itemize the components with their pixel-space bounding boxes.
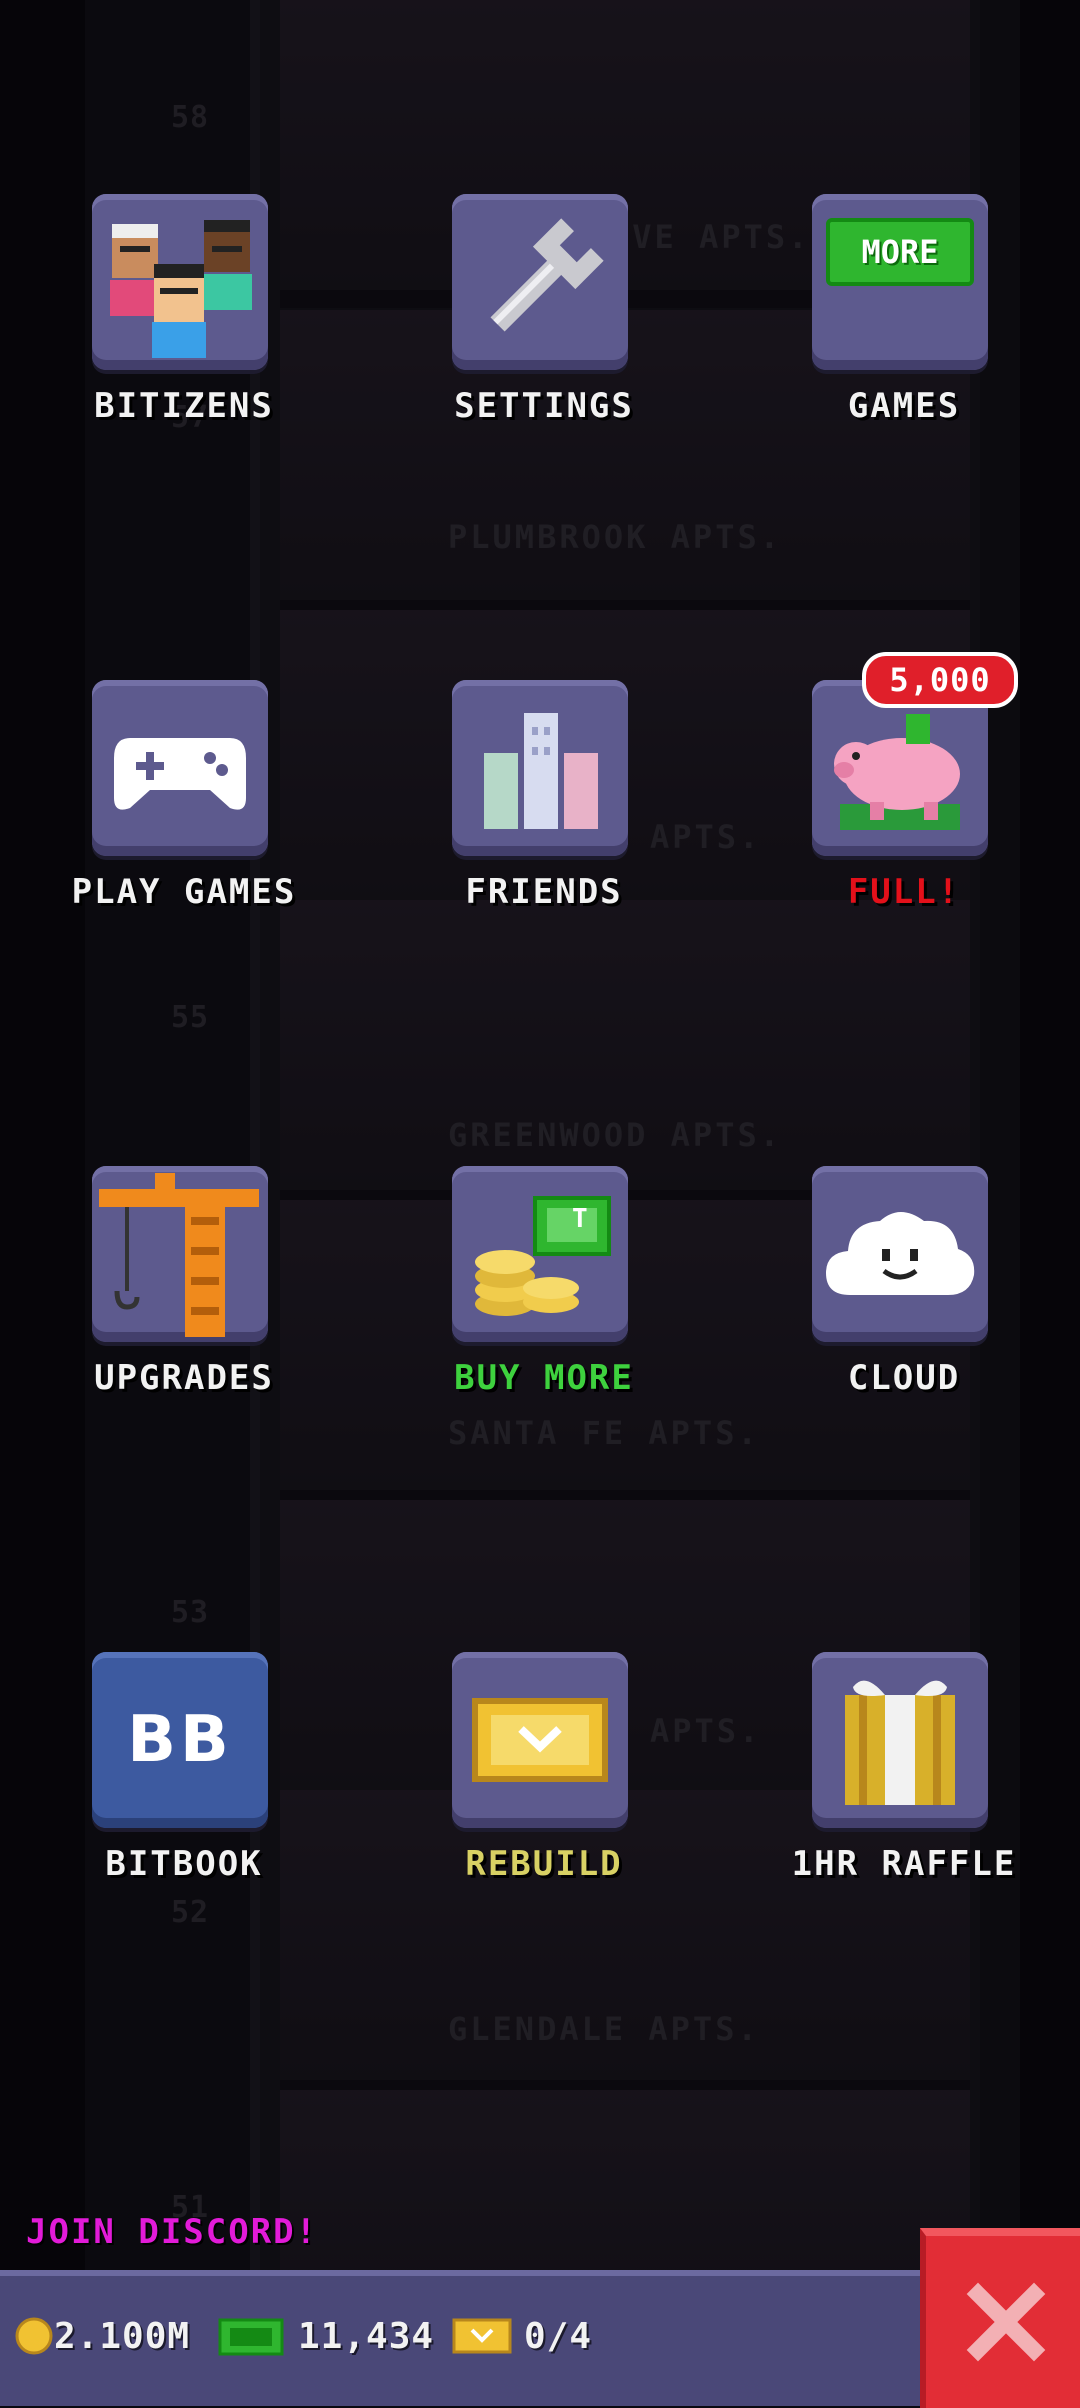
bitizens-icon xyxy=(110,220,252,358)
upgrades-tile[interactable]: UPGRADES xyxy=(4,1166,364,1406)
piggy-bank-icon xyxy=(834,714,960,830)
coins-and-bux-icon xyxy=(475,1196,611,1316)
friends-tile[interactable]: FRIENDS xyxy=(364,680,724,920)
bitizens-tile[interactable]: BITIZENS xyxy=(4,194,364,434)
play-games-label: PLAY GAMES xyxy=(71,872,297,912)
piggy-bank-tile[interactable]: FULL! xyxy=(724,680,1080,920)
bitizens-label: BITIZENS xyxy=(94,386,274,426)
upgrades-label: UPGRADES xyxy=(94,1358,274,1398)
coins-value: 2.100M xyxy=(54,2315,191,2357)
friends-button[interactable] xyxy=(452,680,628,856)
close-x-icon xyxy=(966,2282,1046,2362)
gift-box-icon xyxy=(845,1680,955,1805)
status-bar: 2.100M 11,434 0/4 xyxy=(0,2270,920,2406)
settings-label: SETTINGS xyxy=(454,386,634,426)
more-games-button[interactable]: MORE xyxy=(812,194,988,370)
golden-ticket-icon xyxy=(452,2318,512,2354)
play-games-tile[interactable]: PLAY GAMES xyxy=(4,680,364,920)
bitbook-logo: BB xyxy=(127,1703,233,1777)
bitbook-label: BITBOOK xyxy=(105,1844,263,1884)
games-tile[interactable]: MORE GAMES xyxy=(724,194,1080,434)
cloud-button[interactable] xyxy=(812,1166,988,1342)
bitizens-button[interactable] xyxy=(92,194,268,370)
buy-more-tile[interactable]: T BUY MORE xyxy=(364,1166,724,1406)
upgrades-button[interactable] xyxy=(92,1166,268,1342)
buy-more-button[interactable]: T xyxy=(452,1166,628,1342)
play-games-button[interactable] xyxy=(92,680,268,856)
rebuild-button[interactable] xyxy=(452,1652,628,1828)
settings-button[interactable] xyxy=(452,194,628,370)
raffle-button[interactable] xyxy=(812,1652,988,1828)
rebuild-label: REBUILD xyxy=(465,1844,623,1884)
tickets-stat: 0/4 xyxy=(452,2306,592,2366)
tickets-value: 0/4 xyxy=(524,2315,593,2357)
cloud-tile[interactable]: CLOUD xyxy=(724,1166,1080,1406)
bux-icon xyxy=(218,2318,284,2356)
friends-label: FRIENDS xyxy=(465,872,623,912)
bitbook-button[interactable]: BB xyxy=(92,1652,268,1828)
settings-tile[interactable]: SETTINGS xyxy=(364,194,724,434)
buy-more-label: BUY MORE xyxy=(454,1358,634,1398)
wrench-icon xyxy=(490,218,604,332)
bux-stat: 11,434 xyxy=(218,2306,434,2366)
menu-grid: BITIZENS SETTINGS MORE GAMES PLAY GAMES … xyxy=(0,0,1080,2400)
coins-stat: 2.100M xyxy=(14,2306,190,2366)
coin-icon xyxy=(15,2317,53,2355)
crane-icon xyxy=(99,1173,259,1337)
close-menu-button[interactable] xyxy=(920,2228,1080,2408)
games-label: GAMES xyxy=(847,386,961,426)
city-towers-icon xyxy=(484,713,598,829)
golden-ticket-icon xyxy=(472,1698,608,1782)
bux-bill-letter: T xyxy=(572,1204,588,1234)
cloud-label: CLOUD xyxy=(847,1358,961,1398)
piggy-bank-badge: 5,000 xyxy=(862,652,1018,708)
join-discord-link[interactable]: JOIN DISCORD! xyxy=(26,2212,318,2252)
cloud-icon xyxy=(826,1212,975,1295)
raffle-tile[interactable]: 1HR RAFFLE xyxy=(724,1652,1080,1892)
more-tag: MORE xyxy=(826,218,974,286)
piggy-bank-label: FULL! xyxy=(847,872,961,912)
rebuild-tile[interactable]: REBUILD xyxy=(364,1652,724,1892)
bitbook-tile[interactable]: BB BITBOOK xyxy=(4,1652,364,1892)
raffle-label: 1HR RAFFLE xyxy=(791,1844,1017,1884)
gamepad-icon xyxy=(114,738,246,810)
bux-value: 11,434 xyxy=(298,2315,435,2357)
